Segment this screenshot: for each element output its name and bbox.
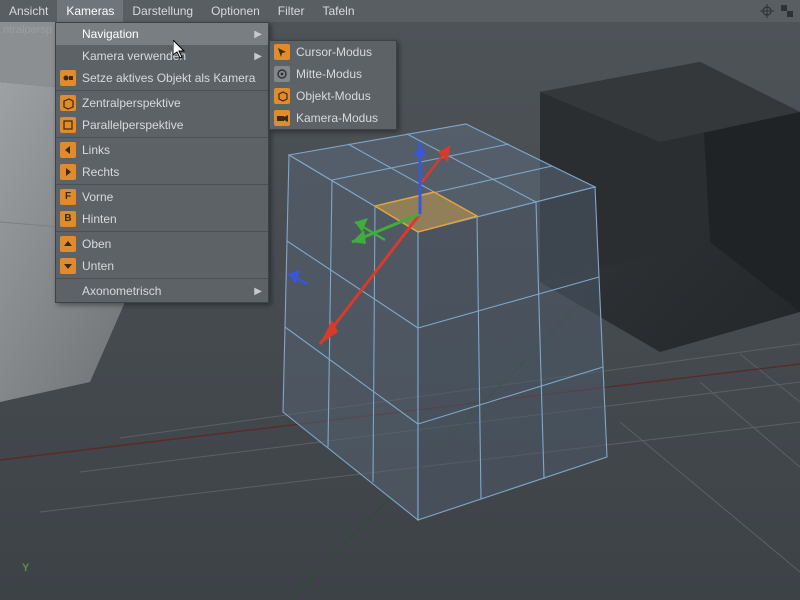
submenu-item-kamera-modus[interactable]: Kamera-Modus: [270, 107, 396, 129]
menu-item-label: Hinten: [82, 212, 262, 226]
submenu-item-objekt-modus[interactable]: Objekt-Modus: [270, 85, 396, 107]
menu-item-label: Vorne: [82, 190, 262, 204]
menubar-item-optionen[interactable]: Optionen: [202, 0, 269, 22]
navigation-submenu: Cursor-Modus Mitte-Modus Objekt-Modus Ka…: [269, 40, 397, 130]
menu-item-axonometrisch[interactable]: Axonometrisch ▶: [56, 280, 268, 302]
center-mode-icon: [274, 66, 290, 82]
letter-b-icon: B: [60, 211, 76, 227]
camera-mode-icon: [274, 110, 290, 126]
menu-item-vorne[interactable]: F Vorne: [56, 186, 268, 208]
arrow-left-icon: [60, 142, 76, 158]
menubar: Ansicht Kameras Darstellung Optionen Fil…: [0, 0, 800, 22]
menu-item-kamera-verwenden[interactable]: Kamera verwenden ▶: [56, 45, 268, 67]
menu-item-label: Unten: [82, 259, 262, 273]
object-mode-icon: [274, 88, 290, 104]
menu-item-hinten[interactable]: B Hinten: [56, 208, 268, 230]
menubar-item-darstellung[interactable]: Darstellung: [123, 0, 202, 22]
cursor-mode-icon: [274, 44, 290, 60]
menu-separator: [56, 278, 268, 279]
arrow-up-icon: [60, 236, 76, 252]
menu-item-set-active-camera[interactable]: Setze aktives Objekt als Kamera: [56, 67, 268, 89]
menu-separator: [56, 137, 268, 138]
menubar-item-kameras[interactable]: Kameras: [57, 0, 123, 22]
axis-y-label: Y: [22, 562, 29, 574]
menu-separator: [56, 184, 268, 185]
submenu-arrow-icon: ▶: [254, 286, 262, 297]
menu-item-label: Zentralperspektive: [82, 96, 262, 110]
menu-separator: [56, 90, 268, 91]
menu-item-label: Links: [82, 143, 262, 157]
menu-item-label: Setze aktives Objekt als Kamera: [82, 71, 262, 85]
menu-item-label: Kamera-Modus: [296, 111, 390, 125]
arrow-down-icon: [60, 258, 76, 274]
blank-icon: [60, 48, 76, 64]
kameras-menu: Navigation ▶ Kamera verwenden ▶ Setze ak…: [55, 22, 269, 303]
menu-item-navigation[interactable]: Navigation ▶: [56, 23, 268, 45]
checker-icon[interactable]: [780, 4, 794, 18]
menu-item-label: Axonometrisch: [82, 284, 248, 298]
menu-item-label: Rechts: [82, 165, 262, 179]
menu-item-label: Kamera verwenden: [82, 49, 248, 63]
menu-item-label: Objekt-Modus: [296, 89, 390, 103]
submenu-arrow-icon: ▶: [254, 51, 262, 62]
menu-item-rechts[interactable]: Rechts: [56, 161, 268, 183]
persp-cube-icon: [60, 95, 76, 111]
menubar-item-ansicht[interactable]: Ansicht: [0, 0, 57, 22]
menu-item-label: Navigation: [82, 27, 248, 41]
menubar-icons: [760, 0, 800, 22]
menubar-item-tafeln[interactable]: Tafeln: [313, 0, 363, 22]
menu-item-label: Mitte-Modus: [296, 67, 390, 81]
menu-item-label: Parallelperspektive: [82, 118, 262, 132]
camera-dot-icon: [60, 70, 76, 86]
submenu-arrow-icon: ▶: [254, 29, 262, 40]
menubar-item-filter[interactable]: Filter: [269, 0, 314, 22]
letter-f-icon: F: [60, 189, 76, 205]
menu-item-oben[interactable]: Oben: [56, 233, 268, 255]
menu-item-label: Oben: [82, 237, 262, 251]
menu-item-unten[interactable]: Unten: [56, 255, 268, 277]
menu-item-parallelperspektive[interactable]: Parallelperspektive: [56, 114, 268, 136]
submenu-item-mitte-modus[interactable]: Mitte-Modus: [270, 63, 396, 85]
blank-icon: [60, 283, 76, 299]
menu-item-links[interactable]: Links: [56, 139, 268, 161]
menu-item-zentralperspektive[interactable]: Zentralperspektive: [56, 92, 268, 114]
menu-separator: [56, 231, 268, 232]
crosshair-icon[interactable]: [760, 4, 774, 18]
blank-icon: [60, 26, 76, 42]
menu-item-label: Cursor-Modus: [296, 45, 390, 59]
ortho-cube-icon: [60, 117, 76, 133]
submenu-item-cursor-modus[interactable]: Cursor-Modus: [270, 41, 396, 63]
viewport-label: ntralpersp: [3, 24, 52, 36]
arrow-right-icon: [60, 164, 76, 180]
